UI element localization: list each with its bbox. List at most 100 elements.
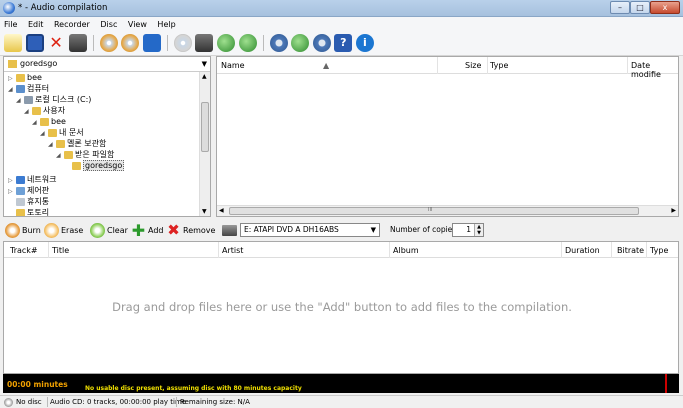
tree-expander-icon[interactable]: ◢	[8, 84, 16, 95]
tree-item[interactable]: ◢ 컴퓨터	[8, 83, 49, 94]
scroll-grip: III	[428, 207, 433, 213]
column-divider[interactable]	[487, 57, 488, 74]
maximize-button[interactable]: □	[630, 1, 650, 14]
recycle-icon	[16, 197, 25, 206]
menu-recorder[interactable]: Recorder	[50, 17, 94, 32]
menu-edit[interactable]: Edit	[24, 17, 48, 32]
tree-item[interactable]: ◢ bee	[32, 116, 66, 127]
scroll-right-icon[interactable]: ▶	[671, 207, 676, 214]
close-button[interactable]: x	[650, 1, 680, 14]
column-bitrate[interactable]: Bitrate	[617, 246, 644, 255]
control-icon	[16, 186, 25, 195]
folder-combo[interactable]: goredsgo ▼	[4, 57, 210, 72]
menu-help[interactable]: Help	[153, 17, 179, 32]
scroll-thumb[interactable]	[201, 102, 209, 152]
column-album[interactable]: Album	[393, 246, 419, 255]
tree-item[interactable]: ◢ 내 문서	[40, 127, 84, 138]
tree-expander-icon[interactable]: ◢	[24, 106, 32, 117]
delete-icon[interactable]: ✕	[47, 34, 65, 52]
refresh-icon[interactable]	[217, 34, 236, 52]
file-list-pane: Name ▲ Size Type Date modifie ◀ III ▶	[216, 56, 679, 217]
disc-info-icon[interactable]	[173, 34, 192, 52]
column-divider[interactable]	[627, 57, 628, 74]
clear-button[interactable]: Clear	[90, 222, 128, 239]
globe-icon[interactable]	[291, 34, 310, 52]
menu-file[interactable]: File	[0, 17, 21, 32]
tree-item-label: 컴퓨터	[27, 84, 50, 93]
column-divider[interactable]	[48, 242, 49, 258]
column-divider[interactable]	[437, 57, 438, 74]
column-title[interactable]: Title	[52, 246, 69, 255]
blue-square-icon[interactable]	[142, 34, 161, 52]
erase-button[interactable]: Erase	[44, 222, 83, 239]
tree-item[interactable]: ◢ 받은 파일함	[56, 149, 114, 160]
new-compilation-icon[interactable]	[4, 34, 22, 52]
column-divider[interactable]	[646, 242, 647, 258]
scroll-thumb[interactable]: III	[229, 207, 639, 215]
info-icon[interactable]: i	[355, 34, 374, 52]
tree-item[interactable]: ▷ 제어판	[8, 185, 49, 196]
chevron-down-icon[interactable]: ▼	[202, 57, 207, 71]
tree-expander-icon[interactable]: ◢	[56, 150, 64, 161]
menu-view[interactable]: View	[124, 17, 151, 32]
erase-disc-icon[interactable]	[121, 34, 140, 52]
tree-expander-icon[interactable]: ◢	[48, 139, 56, 150]
column-type[interactable]: Type	[650, 246, 668, 255]
folder-icon	[64, 150, 73, 159]
tree-expander-icon[interactable]: ◢	[40, 128, 48, 139]
column-divider[interactable]	[389, 242, 390, 258]
burn-disc-icon[interactable]	[99, 34, 118, 52]
compilation-header: Track# Title Artist Album Duration Bitra…	[4, 242, 678, 258]
tree-item[interactable]: 토토리	[8, 207, 49, 216]
menu-disc[interactable]: Disc	[96, 17, 121, 32]
column-divider[interactable]	[611, 242, 612, 258]
tree-vertical-scrollbar[interactable]: ▲ ▼	[199, 72, 210, 216]
capacity-message: No usable disc present, assuming disc wi…	[85, 385, 302, 392]
column-name[interactable]: Name	[221, 61, 245, 70]
optical-drive-icon	[222, 225, 237, 236]
column-divider[interactable]	[218, 242, 219, 258]
column-type[interactable]: Type	[490, 61, 508, 70]
chevron-down-icon[interactable]: ▼	[371, 224, 376, 236]
scroll-up-icon[interactable]: ▲	[202, 73, 207, 80]
minimize-button[interactable]: –	[610, 1, 630, 14]
tree-item[interactable]: ◢ 로컬 디스크 (C:)	[16, 94, 91, 105]
tree-item[interactable]: goredsgo	[64, 160, 125, 171]
burn-button[interactable]: Burn	[5, 222, 41, 239]
settings-gear-icon[interactable]	[269, 34, 288, 52]
file-horizontal-scrollbar[interactable]: ◀ III ▶	[217, 205, 678, 216]
column-date-modified[interactable]: Date modifie	[631, 61, 678, 79]
column-artist[interactable]: Artist	[222, 246, 243, 255]
tree-item[interactable]: ▷ 네트워크	[8, 174, 56, 185]
tree-item[interactable]: ◢ 멜론 보관함	[48, 138, 106, 149]
column-divider[interactable]	[561, 242, 562, 258]
column-duration[interactable]: Duration	[565, 246, 600, 255]
drive-select[interactable]: E: ATAPI DVD A DH16ABS ▼	[240, 223, 380, 237]
help-icon[interactable]: ?	[334, 34, 353, 52]
drive-icon[interactable]	[195, 34, 214, 52]
tree-expander-icon[interactable]: ◢	[32, 117, 40, 128]
spin-icon[interactable]: ▲ ▼	[474, 224, 483, 236]
add-button[interactable]: ✚ Add	[131, 222, 164, 239]
plus-icon: ✚	[131, 221, 146, 240]
column-size[interactable]: Size	[465, 61, 481, 70]
tree-item[interactable]: 휴지통	[8, 196, 49, 207]
capacity-limit-marker	[665, 374, 667, 393]
scroll-left-icon[interactable]: ◀	[219, 207, 224, 214]
copies-stepper[interactable]: 1 ▲ ▼	[452, 223, 484, 237]
rip-icon[interactable]	[238, 34, 257, 52]
print-icon[interactable]	[68, 34, 87, 52]
search-globe-icon[interactable]	[312, 34, 331, 52]
column-track[interactable]: Track#	[10, 246, 38, 255]
tree-expander-icon[interactable]: ◢	[16, 95, 24, 106]
save-icon[interactable]	[25, 34, 44, 52]
drive-icon	[24, 95, 33, 104]
tree-item[interactable]: ▷ bee	[8, 72, 42, 83]
remove-button[interactable]: ✖ Remove	[166, 222, 215, 239]
tree-item-label: 제어판	[27, 186, 50, 195]
tree-item[interactable]: ◢ 사용자	[24, 105, 65, 116]
tree-item-label: 토토리	[27, 208, 50, 216]
compilation-list[interactable]: Track# Title Artist Album Duration Bitra…	[3, 241, 679, 374]
scroll-down-icon[interactable]: ▼	[202, 208, 207, 215]
folder-icon	[8, 59, 17, 68]
